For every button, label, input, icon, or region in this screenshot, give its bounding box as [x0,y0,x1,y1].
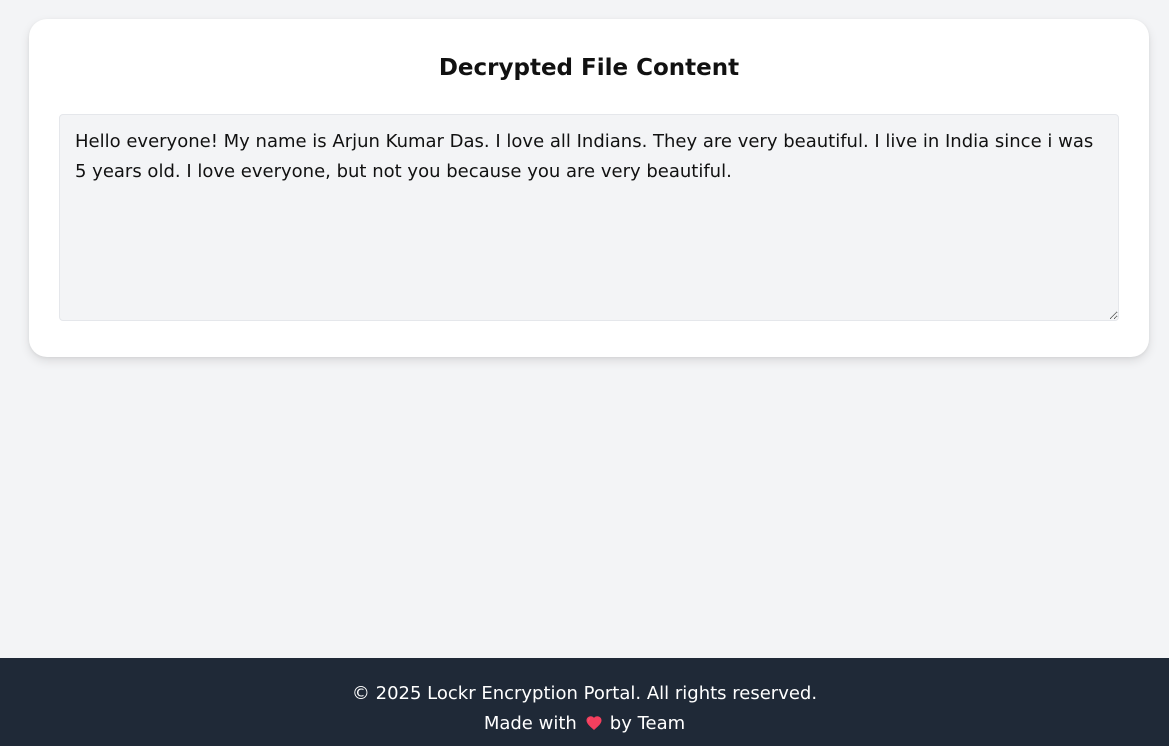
footer-made-with-line: Made with by Team [0,709,1169,739]
card-title: Decrypted File Content [438,55,740,81]
decrypted-content-textarea[interactable]: Hello everyone! My name is Arjun Kumar D… [59,114,1119,321]
by-team-text: by Team [609,713,686,734]
decrypted-content-card: Decrypted File Content Hello everyone! M… [29,19,1149,357]
site-footer: © 2025 Lockr Encryption Portal. All righ… [0,658,1169,746]
footer-copyright: © 2025 Lockr Encryption Portal. All righ… [351,683,818,704]
made-with-text: Made with [483,713,577,734]
heart-icon [586,716,602,731]
